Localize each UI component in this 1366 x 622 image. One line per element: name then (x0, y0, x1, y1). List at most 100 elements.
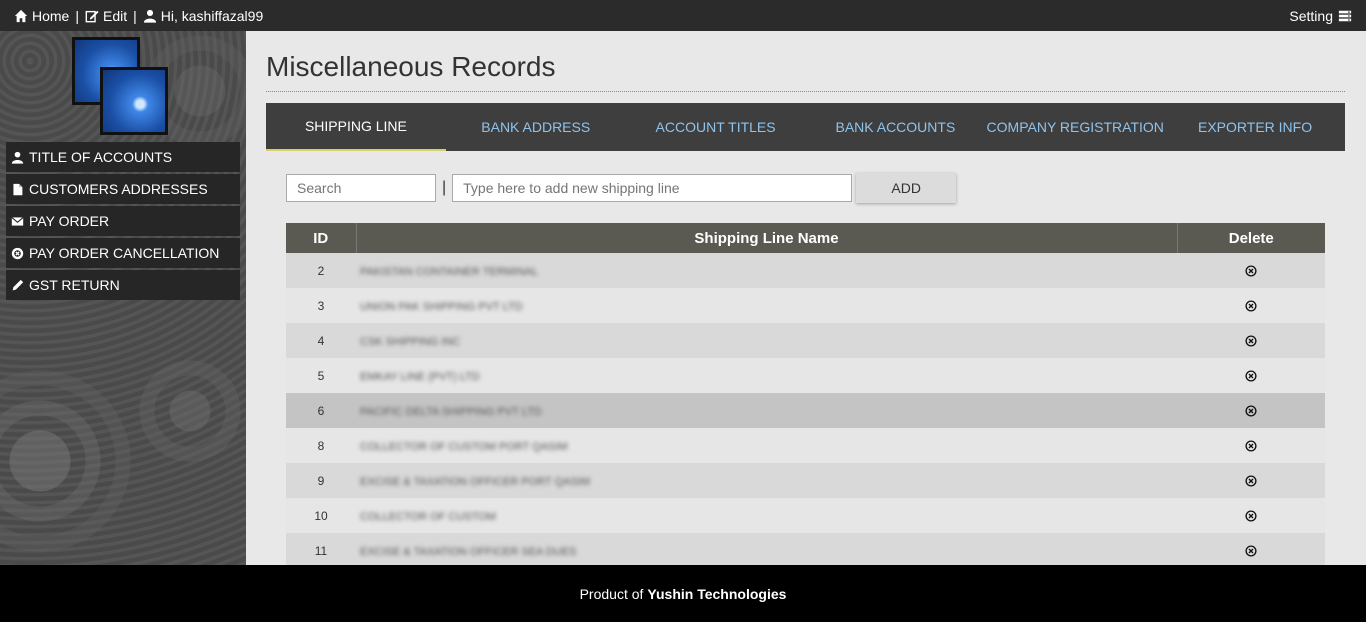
delete-circle-icon[interactable] (1245, 475, 1257, 487)
settings-list-icon (1338, 10, 1352, 21)
table-row: 8 COLLECTOR OF CUSTOM PORT QASIM (286, 428, 1325, 463)
delete-circle-icon[interactable] (1245, 440, 1257, 452)
edit-label: Edit (103, 7, 128, 24)
row-name-cell: CSK SHIPPING INC (356, 323, 1177, 358)
sidebar-item-pay-order-cancellation[interactable]: PAY ORDER CANCELLATION (6, 238, 240, 268)
row-id: 2 (317, 263, 325, 278)
row-name: COLLECTOR OF CUSTOM PORT QASIM (360, 440, 568, 453)
delete-circle-icon[interactable] (1245, 300, 1257, 312)
tab-exporter-info[interactable]: EXPORTER INFO (1165, 103, 1345, 151)
row-name-cell: UNION PAK SHIPPING PVT LTD (356, 288, 1177, 323)
delete-circle-icon[interactable] (1245, 370, 1257, 382)
user-greeting: Hi, kashiffazal99 (160, 7, 264, 24)
column-header-id: ID (286, 223, 357, 253)
table-row: 4 CSK SHIPPING INC (286, 323, 1325, 358)
sidebar-item-label: TITLE OF ACCOUNTS (29, 149, 173, 165)
shipping-line-toolbar: | ADD (286, 173, 957, 203)
table-row: 3 UNION PAK SHIPPING PVT LTD (286, 288, 1325, 323)
delete-circle-icon[interactable] (1245, 405, 1257, 417)
setting-menu[interactable]: Setting (1289, 8, 1352, 24)
page-title: Miscellaneous Records (266, 51, 556, 82)
tab-account-titles[interactable]: ACCOUNT TITLES (626, 103, 806, 151)
row-id: 8 (317, 438, 325, 453)
row-name-cell: COLLECTOR OF CUSTOM (356, 498, 1177, 533)
table-header-row: ID Shipping Line Name Delete (286, 223, 1325, 253)
sidebar-item-gst-return[interactable]: GST RETURN (6, 270, 240, 300)
table-row: 11 EXCISE & TAXATION OFFICER SEA DUES (286, 533, 1325, 565)
row-name: EMKAY LINE (PVT) LTD (360, 370, 480, 383)
sidebar-item-label: GST RETURN (29, 277, 120, 293)
tab-company-registration[interactable]: COMPANY REGISTRATION (985, 103, 1165, 151)
delete-circle-icon[interactable] (1245, 335, 1257, 347)
shipping-line-table-wrap: ID Shipping Line Name Delete 2 PAKISTAN C… (286, 223, 1325, 565)
delete-circle-icon[interactable] (1245, 510, 1257, 522)
tab-bank-accounts[interactable]: BANK ACCOUNTS (805, 103, 985, 151)
sidebar-item-pay-order[interactable]: PAY ORDER (6, 206, 240, 236)
logo-card-front (100, 67, 168, 135)
row-delete-cell (1177, 323, 1325, 358)
sidebar: TITLE OF ACCOUNTS CUSTOMERS ADDRESSES PA… (0, 31, 246, 565)
row-name: EXCISE & TAXATION OFFICER SEA DUES (360, 545, 577, 558)
column-header-name: Shipping Line Name (356, 223, 1178, 253)
nav-separator: | (75, 7, 79, 24)
row-name: PACIFIC DELTA SHIPPING PVT LTD (360, 405, 542, 418)
cancel-circle-icon (11, 247, 24, 259)
row-name: EXCISE & TAXATION OFFICER PORT QASIM (360, 475, 591, 488)
app-logo (72, 37, 172, 137)
user-icon (11, 151, 24, 164)
row-name: UNION PAK SHIPPING PVT LTD (360, 300, 523, 313)
edit-icon (85, 10, 99, 22)
row-name-cell: PACIFIC DELTA SHIPPING PVT LTD (356, 393, 1177, 428)
add-button[interactable]: ADD (856, 173, 957, 203)
row-name: COLLECTOR OF CUSTOM (360, 510, 496, 523)
row-delete-cell (1177, 498, 1325, 533)
search-input[interactable] (286, 174, 436, 202)
row-name-cell: EXCISE & TAXATION OFFICER SEA DUES (356, 533, 1177, 565)
row-name-cell: COLLECTOR OF CUSTOM PORT QASIM (356, 428, 1177, 463)
row-id: 5 (317, 368, 325, 383)
row-name-cell: PAKISTAN CONTAINER TERMINAL (356, 253, 1177, 288)
row-id: 3 (317, 298, 325, 313)
column-header-delete: Delete (1177, 223, 1325, 253)
row-delete-cell (1177, 428, 1325, 463)
new-shipping-line-input[interactable] (452, 174, 853, 202)
tab-bank-address[interactable]: BANK ADDRESS (446, 103, 626, 151)
delete-circle-icon[interactable] (1245, 265, 1257, 277)
row-delete-cell (1177, 358, 1325, 393)
row-id: 9 (317, 473, 325, 488)
row-delete-cell (1177, 393, 1325, 428)
row-name-cell: EXCISE & TAXATION OFFICER PORT QASIM (356, 463, 1177, 498)
tab-bar: SHIPPING LINE BANK ADDRESS ACCOUNT TITLE… (266, 103, 1345, 151)
sidebar-item-customers-addresses[interactable]: CUSTOMERS ADDRESSES (6, 174, 240, 204)
nav-separator: | (133, 7, 137, 24)
home-label: Home (32, 7, 70, 24)
edit-link[interactable]: Edit (85, 8, 127, 24)
delete-circle-icon[interactable] (1245, 545, 1257, 557)
row-id: 11 (314, 543, 328, 558)
title-divider (266, 91, 1345, 92)
row-id: 10 (314, 508, 328, 523)
table-row: 10 COLLECTOR OF CUSTOM (286, 498, 1325, 533)
row-delete-cell (1177, 253, 1325, 288)
row-id: 4 (317, 333, 325, 348)
footer-company: Yushin Technologies (647, 585, 787, 602)
top-bar: Home | Edit | Hi, kashiffazal99 Setting (0, 0, 1366, 31)
table-row: 5 EMKAY LINE (PVT) LTD (286, 358, 1325, 393)
sidebar-item-label: PAY ORDER (29, 213, 110, 229)
main-content: Miscellaneous Records SHIPPING LINE BANK… (246, 31, 1366, 565)
row-delete-cell (1177, 533, 1325, 565)
pencil-icon (12, 279, 24, 290)
user-link[interactable]: Hi, kashiffazal99 (143, 8, 263, 24)
envelope-icon (11, 216, 24, 226)
home-icon (14, 9, 28, 22)
setting-label: Setting (1289, 7, 1333, 24)
tab-shipping-line[interactable]: SHIPPING LINE (266, 103, 446, 151)
table-row: 6 PACIFIC DELTA SHIPPING PVT LTD (286, 393, 1325, 428)
top-nav: Home | Edit | Hi, kashiffazal99 (14, 8, 263, 24)
table-row: 9 EXCISE & TAXATION OFFICER PORT QASIM (286, 463, 1325, 498)
file-icon (13, 183, 23, 195)
sidebar-item-title-of-accounts[interactable]: TITLE OF ACCOUNTS (6, 142, 240, 172)
toolbar-separator: | (442, 179, 447, 196)
row-name: CSK SHIPPING INC (360, 335, 461, 348)
home-link[interactable]: Home (14, 8, 69, 24)
